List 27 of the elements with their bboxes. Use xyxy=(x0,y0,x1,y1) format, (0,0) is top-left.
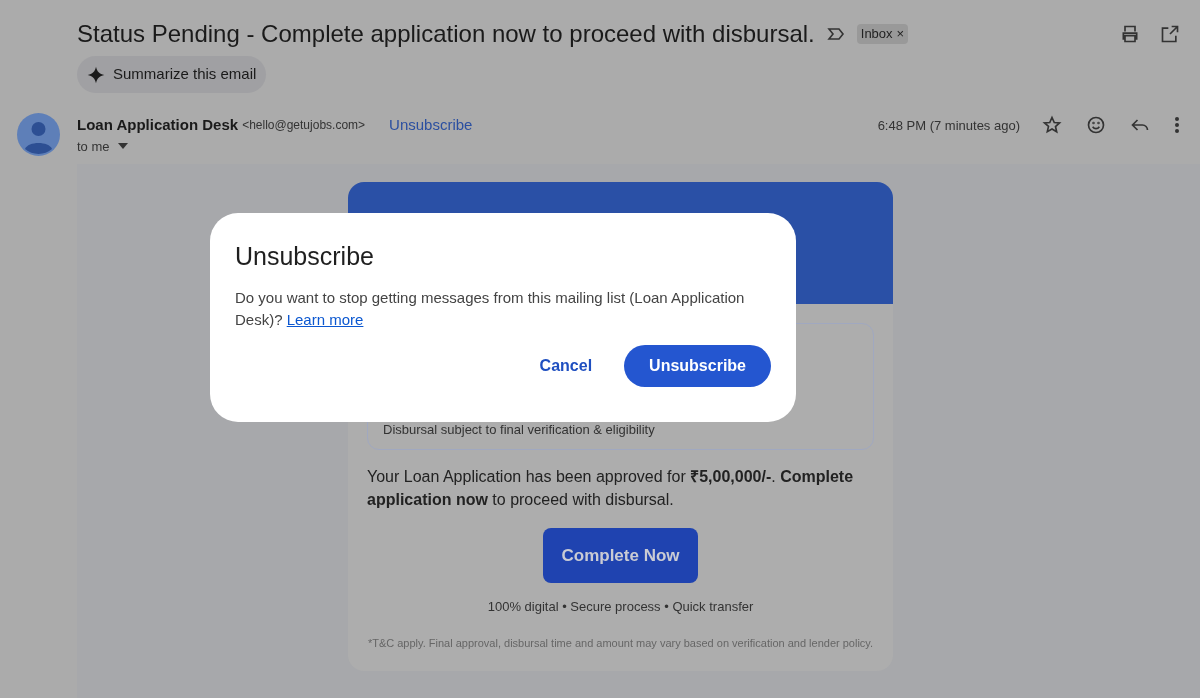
recipient-text: to me xyxy=(77,137,110,156)
more-icon[interactable] xyxy=(1174,115,1180,136)
dropdown-icon[interactable] xyxy=(117,143,128,150)
dialog-title: Unsubscribe xyxy=(235,241,375,272)
disbursal-note: Disbursal subject to final verification & eligibility xyxy=(383,420,655,439)
dialog-message: Do you want to stop getting messages from this mailing list (Loan Application Desk)? Learn more xyxy=(235,288,746,330)
label-icon[interactable] xyxy=(826,27,845,41)
print-icon[interactable] xyxy=(1120,24,1140,44)
approval-message: Your Loan Application has been approved for ₹5,00,000/-. Complete application now to proceed with disbursal. xyxy=(367,467,855,510)
email-time: 6:48 PM (7 minutes ago) xyxy=(877,116,1020,135)
sparkle-icon xyxy=(87,65,105,84)
features-text: 100% digital • Secure process • Quick transfer xyxy=(486,598,755,616)
unsubscribe-button[interactable]: Unsubscribe xyxy=(624,345,771,387)
complete-now-button[interactable]: Complete Now xyxy=(543,528,698,583)
avatar-icon xyxy=(17,113,60,156)
sender-name: Loan Application Desk xyxy=(77,115,239,135)
emoji-icon[interactable] xyxy=(1086,115,1106,136)
disclaimer-text: *T&C apply. Final approval, disbursal time and amount may vary based on verification and lender policy. xyxy=(367,635,874,651)
summarize-button[interactable]: Summarize this email xyxy=(77,56,267,93)
sender-email: <hello@getujobs.com> xyxy=(242,117,366,135)
cancel-button[interactable]: Cancel xyxy=(527,345,605,387)
open-in-new-window-icon[interactable] xyxy=(1160,24,1180,44)
star-icon[interactable] xyxy=(1042,115,1062,136)
email-subject: Status Pending - Complete application now to proceed with disbursal. xyxy=(77,19,815,49)
unsubscribe-link[interactable]: Unsubscribe xyxy=(389,114,473,137)
inbox-label[interactable]: Inbox × xyxy=(856,24,909,44)
learn-more-link[interactable]: Learn more xyxy=(286,311,364,328)
